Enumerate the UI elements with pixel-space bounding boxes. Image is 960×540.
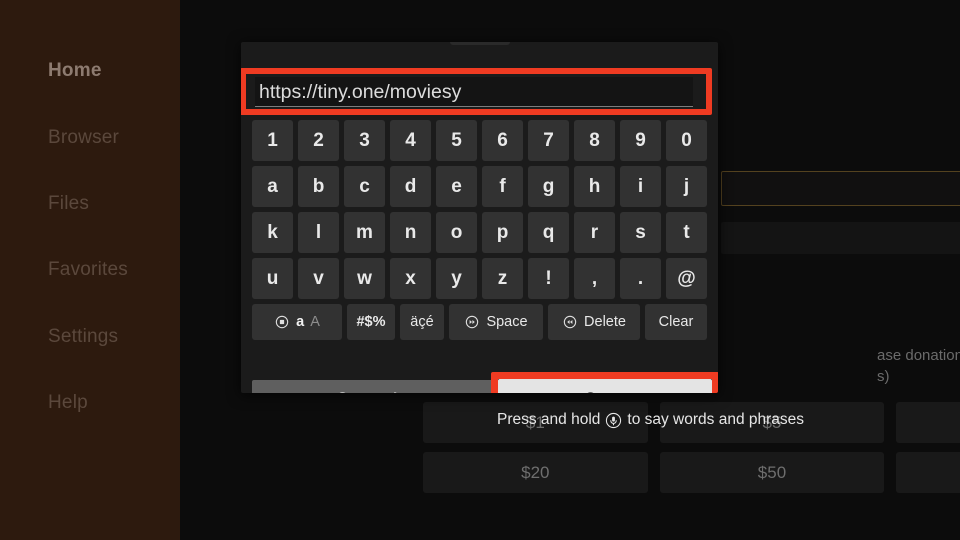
key-w[interactable]: w <box>344 258 385 299</box>
key-p[interactable]: p <box>482 212 523 253</box>
fkey-label: äçé <box>410 314 434 330</box>
key-6[interactable]: 6 <box>482 120 523 161</box>
key-@[interactable]: @ <box>666 258 707 299</box>
url-input-highlight <box>241 68 712 115</box>
fkey-label-upper: A <box>310 314 320 330</box>
key-u[interactable]: u <box>252 258 293 299</box>
keyboard-row: abcdefghij <box>252 166 707 207</box>
sidebar-item-files[interactable]: Files <box>48 193 89 215</box>
go-button[interactable]: Go <box>498 379 712 393</box>
fkey-symbols[interactable]: #$% <box>347 304 395 340</box>
key-o[interactable]: o <box>436 212 477 253</box>
key-5[interactable]: 5 <box>436 120 477 161</box>
key-3[interactable]: 3 <box>344 120 385 161</box>
key-n[interactable]: n <box>390 212 431 253</box>
dialog-notch <box>449 42 510 45</box>
key-d[interactable]: d <box>390 166 431 207</box>
donation-button[interactable]: $50 <box>659 452 885 493</box>
fkey-clear[interactable]: Clear <box>645 304 707 340</box>
key-m[interactable]: m <box>344 212 385 253</box>
fkey-label: Clear <box>658 314 694 330</box>
key-9[interactable]: 9 <box>620 120 661 161</box>
screen-root: Home Browser Files Favorites Settings Help as… <box>0 0 960 540</box>
remote-select-icon <box>274 314 290 330</box>
fast-forward-icon <box>464 314 480 330</box>
donation-button[interactable]: $10 <box>896 402 960 443</box>
key-g[interactable]: g <box>528 166 569 207</box>
key-c[interactable]: c <box>344 166 385 207</box>
play-pause-circle-icon <box>582 391 599 393</box>
key-s[interactable]: s <box>620 212 661 253</box>
key-h[interactable]: h <box>574 166 615 207</box>
key-.[interactable]: . <box>620 258 661 299</box>
voice-hint-text-before: Press and hold <box>496 411 601 428</box>
key-t[interactable]: t <box>666 212 707 253</box>
key-0[interactable]: 0 <box>666 120 707 161</box>
rewind-icon <box>562 314 578 330</box>
sidebar-nav: Home Browser Files Favorites Settings Help <box>0 0 180 540</box>
key-,[interactable]: , <box>574 258 615 299</box>
fkey-accents[interactable]: äçé <box>400 304 444 340</box>
keyboard-keys: 1 2 3 4 5 6 7 8 9 0 a b c d e f g h i j k l m n o p q r s t u v w x y z!,. @ <box>252 120 707 304</box>
background-note: ase donation buttons: s) <box>877 345 960 387</box>
fkey-label-lower: a <box>296 314 305 330</box>
go-button-label: Go <box>606 391 628 394</box>
sidebar-item-browser[interactable]: Browser <box>48 127 119 149</box>
key-i[interactable]: i <box>620 166 661 207</box>
key-r[interactable]: r <box>574 212 615 253</box>
sidebar-item-favorites[interactable]: Favorites <box>48 259 128 281</box>
onscreen-keyboard-dialog: https://tiny.one/moviesy 1234567890abcde… <box>241 42 718 393</box>
key-l[interactable]: l <box>298 212 339 253</box>
key-7[interactable]: 7 <box>528 120 569 161</box>
voice-search-hint: Press and hold to say words and phrases <box>423 411 878 429</box>
key-![interactable]: ! <box>528 258 569 299</box>
key-f[interactable]: f <box>482 166 523 207</box>
key-a[interactable]: a <box>252 166 293 207</box>
key-j[interactable]: j <box>666 166 707 207</box>
background-note-line1: ase donation buttons: <box>877 347 960 364</box>
keyboard-row: u v w x y z!,. @ <box>252 258 707 299</box>
back-arrow-circle-icon <box>334 391 351 393</box>
key-2[interactable]: 2 <box>298 120 339 161</box>
fkey-case-toggle[interactable]: aA <box>252 304 342 340</box>
key-4[interactable]: 4 <box>390 120 431 161</box>
key-1[interactable]: 1 <box>252 120 293 161</box>
background-secondary-row[interactable] <box>721 222 960 254</box>
key-b[interactable]: b <box>298 166 339 207</box>
key-8[interactable]: 8 <box>574 120 615 161</box>
keyboard-row: klmnopqrst <box>252 212 707 253</box>
donation-button[interactable]: $100 <box>896 452 960 493</box>
key-k[interactable]: k <box>252 212 293 253</box>
fkey-label: #$% <box>356 314 386 330</box>
key-q[interactable]: q <box>528 212 569 253</box>
fkey-delete[interactable]: Delete <box>548 304 640 340</box>
sidebar-item-home[interactable]: Home <box>48 60 102 82</box>
key-v[interactable]: v <box>298 258 339 299</box>
key-z[interactable]: z <box>482 258 523 299</box>
key-e[interactable]: e <box>436 166 477 207</box>
key-y[interactable]: y <box>436 258 477 299</box>
url-input-region: https://tiny.one/moviesy <box>241 68 718 115</box>
previous-button[interactable]: Previous <box>252 380 508 393</box>
background-url-input[interactable] <box>721 171 960 206</box>
microphone-icon <box>605 412 622 429</box>
background-note-line2: s) <box>877 368 890 385</box>
key-x[interactable]: x <box>390 258 431 299</box>
sidebar-item-help[interactable]: Help <box>48 392 88 414</box>
fkey-space[interactable]: Space <box>449 304 543 340</box>
keyboard-row: 1234567890 <box>252 120 707 161</box>
fkey-label: Space <box>486 314 528 330</box>
donation-button[interactable]: $20 <box>423 452 648 493</box>
sidebar-item-settings[interactable]: Settings <box>48 326 118 348</box>
previous-button-label: Previous <box>358 391 426 394</box>
keyboard-function-keys: a A #$% äçé Space Delete Clear <box>252 304 707 346</box>
fkey-label: Delete <box>584 314 626 330</box>
voice-hint-text-after: to say words and phrases <box>627 411 805 428</box>
keyboard-action-row: Previous Go <box>252 372 718 393</box>
